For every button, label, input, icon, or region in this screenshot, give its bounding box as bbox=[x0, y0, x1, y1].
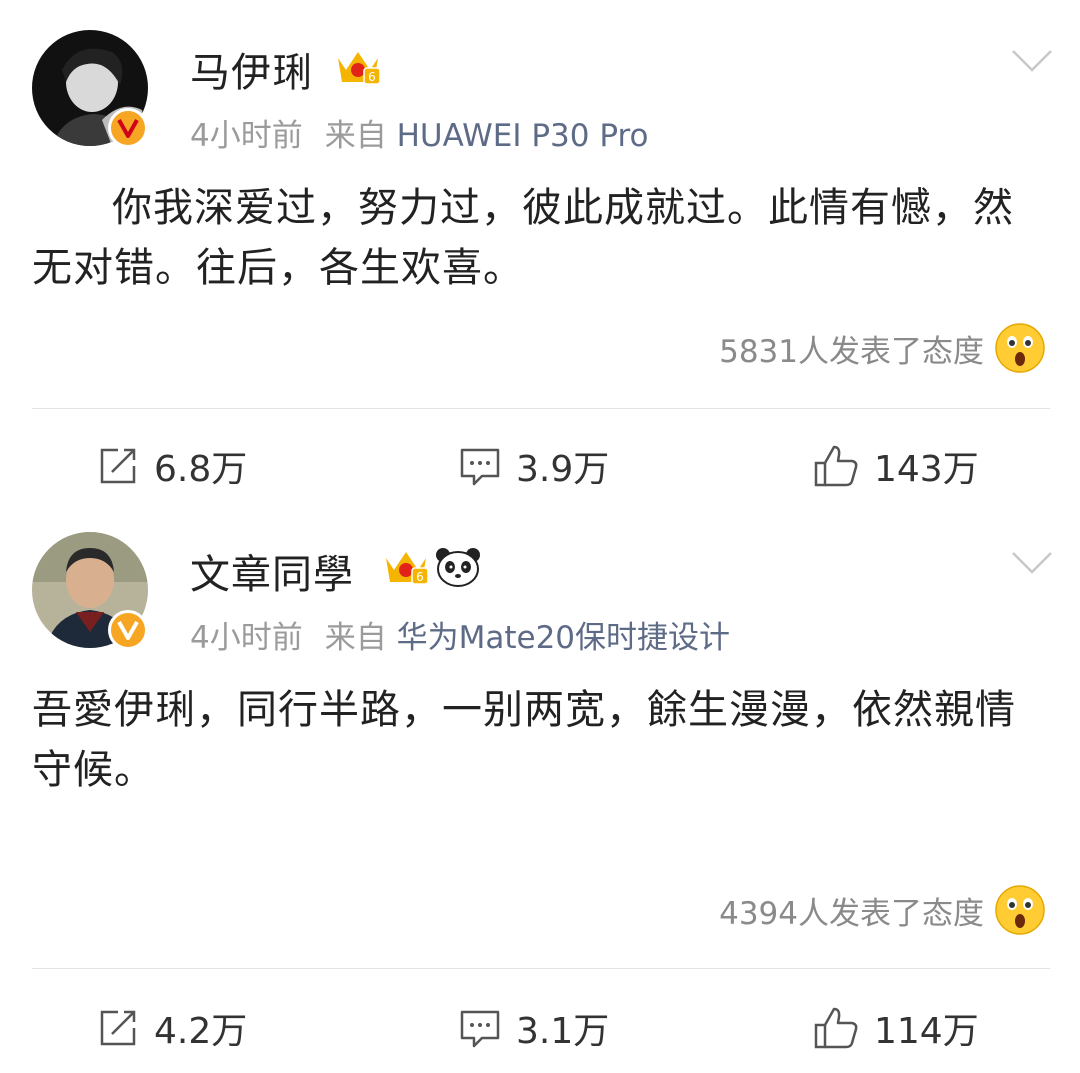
surprised-emoji-icon bbox=[995, 885, 1045, 935]
thumbs-up-icon bbox=[814, 445, 858, 487]
comment-count: 3.1万 bbox=[516, 1011, 610, 1052]
like-count: 143万 bbox=[874, 449, 979, 490]
reactions-text: 5831人发表了态度 bbox=[719, 333, 984, 370]
weibo-post: 马伊琍 6 4小时前 来自 HUAWEI P30 Pro 你我深爱过，努力过，彼此… bbox=[0, 0, 1080, 512]
source-link[interactable]: HUAWEI P30 Pro bbox=[397, 118, 649, 154]
like-button[interactable]: 143万 bbox=[812, 440, 979, 492]
svg-text:6: 6 bbox=[416, 570, 424, 584]
comment-count: 3.9万 bbox=[516, 449, 610, 490]
like-count: 114万 bbox=[874, 1011, 979, 1052]
post-meta: 4小时前 来自 HUAWEI P30 Pro bbox=[190, 110, 649, 155]
surprised-emoji-icon bbox=[995, 323, 1045, 373]
username[interactable]: 马伊琍 bbox=[190, 40, 313, 98]
chevron-down-icon[interactable] bbox=[1010, 48, 1054, 78]
panda-icon[interactable] bbox=[434, 546, 482, 592]
repost-count: 6.8万 bbox=[154, 449, 248, 490]
crown-vip-icon[interactable]: 6 bbox=[382, 544, 430, 592]
comment-icon bbox=[460, 448, 500, 486]
comment-button[interactable]: 3.1万 bbox=[458, 1002, 609, 1054]
reactions-text: 4394人发表了态度 bbox=[719, 895, 984, 932]
reactions-summary[interactable]: 5831人发表了态度 bbox=[719, 322, 1046, 374]
comment-icon bbox=[460, 1010, 500, 1048]
source-label: 来自 bbox=[324, 620, 387, 656]
post-content: 吾愛伊琍，同行半路，一别两宽，餘生漫漫，依然親情守候。 bbox=[32, 687, 1016, 793]
source-label: 来自 bbox=[324, 118, 387, 154]
reactions-summary[interactable]: 4394人发表了态度 bbox=[719, 884, 1046, 936]
crown-vip-icon[interactable]: 6 bbox=[334, 44, 382, 92]
post-time: 4小时前 bbox=[190, 620, 303, 656]
repost-icon bbox=[100, 1010, 136, 1046]
verified-badge-icon bbox=[108, 610, 148, 650]
post-time: 4小时前 bbox=[190, 118, 303, 154]
chevron-down-icon[interactable] bbox=[1010, 550, 1054, 580]
username[interactable]: 文章同學 bbox=[190, 542, 354, 600]
post-content: 你我深爱过，努力过，彼此成就过。此情有憾，然无对错。往后，各生欢喜。 bbox=[32, 185, 1014, 291]
divider bbox=[32, 408, 1050, 409]
post-meta: 4小时前 来自 华为Mate20保时捷设计 bbox=[190, 612, 730, 657]
divider bbox=[32, 968, 1050, 969]
repost-count: 4.2万 bbox=[154, 1011, 248, 1052]
repost-button[interactable]: 4.2万 bbox=[96, 1002, 247, 1054]
repost-button[interactable]: 6.8万 bbox=[96, 440, 247, 492]
repost-icon bbox=[100, 448, 136, 484]
svg-text:6: 6 bbox=[368, 70, 376, 84]
comment-button[interactable]: 3.9万 bbox=[458, 440, 609, 492]
thumbs-up-icon bbox=[814, 1007, 858, 1049]
verified-badge-icon bbox=[108, 108, 148, 148]
weibo-post: 文章同學 6 4小时前 来自 华为Mate20保时捷设计 吾愛伊琍，同行半路，一别… bbox=[0, 512, 1080, 1073]
source-link[interactable]: 华为Mate20保时捷设计 bbox=[397, 620, 730, 656]
like-button[interactable]: 114万 bbox=[812, 1002, 979, 1054]
